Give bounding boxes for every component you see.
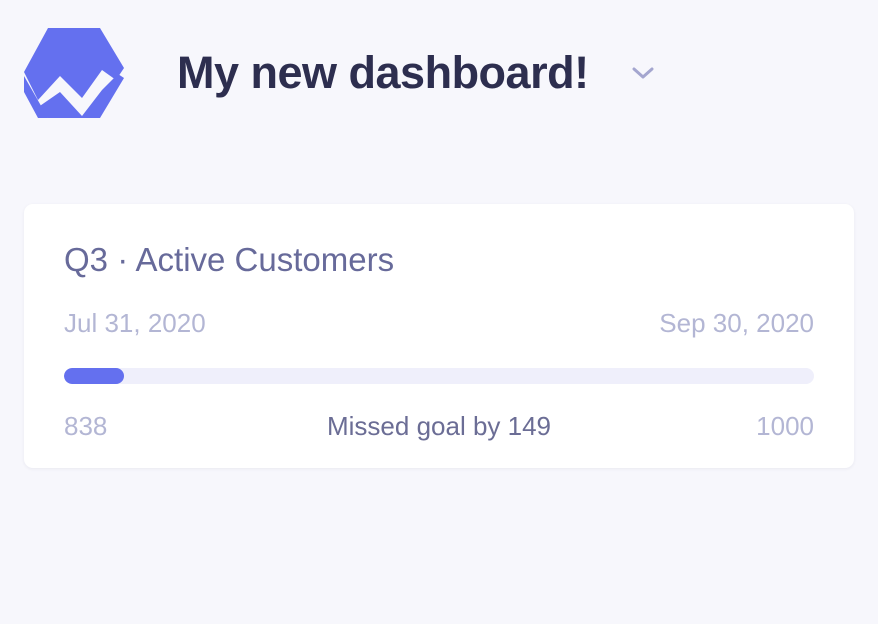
- goal-progress-track: [64, 368, 814, 384]
- goal-target-value: 1000: [756, 411, 814, 441]
- logo-icon[interactable]: [24, 28, 124, 118]
- goal-progress-fill: [64, 368, 124, 384]
- goal-card[interactable]: Q3 · Active Customers Jul 31, 2020 Sep 3…: [24, 204, 854, 468]
- goal-end-date: Sep 30, 2020: [659, 308, 814, 338]
- dashboard-title[interactable]: My new dashboard!: [177, 44, 589, 102]
- goal-card-title: Q3 · Active Customers: [64, 241, 395, 278]
- goal-start-date: Jul 31, 2020: [64, 308, 206, 338]
- goal-status-text: Missed goal by 149: [326, 411, 552, 441]
- chevron-down-icon[interactable]: [630, 64, 656, 82]
